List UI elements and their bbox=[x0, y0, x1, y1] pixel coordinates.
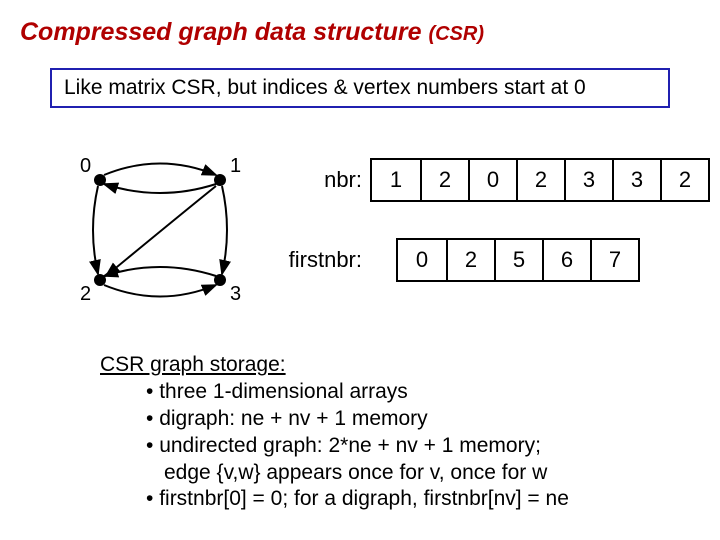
vertex-label-1: 1 bbox=[230, 155, 241, 177]
nbr-cell: 2 bbox=[420, 160, 468, 200]
title-main: Compressed graph data structure bbox=[20, 18, 422, 46]
firstnbr-row: firstnbr: 0 2 5 6 7 bbox=[270, 240, 710, 280]
nbr-cell: 2 bbox=[516, 160, 564, 200]
firstnbr-cell: 7 bbox=[590, 240, 638, 280]
bullet-4: • firstnbr[0] = 0; for a digraph, firstn… bbox=[100, 486, 569, 513]
bullet-3: • undirected graph: 2*ne + nv + 1 memory… bbox=[100, 433, 569, 460]
firstnbr-cell: 5 bbox=[494, 240, 542, 280]
storage-block: CSR graph storage: • three 1-dimensional… bbox=[100, 352, 569, 513]
firstnbr-cell: 2 bbox=[446, 240, 494, 280]
bullet-3-cont: edge {v,w} appears once for v, once for … bbox=[100, 460, 569, 487]
nbr-cell: 3 bbox=[564, 160, 612, 200]
nbr-cells: 1 2 0 2 3 3 2 bbox=[370, 158, 710, 202]
nbr-cell: 0 bbox=[468, 160, 516, 200]
firstnbr-cell: 6 bbox=[542, 240, 590, 280]
nbr-row: nbr: 1 2 0 2 3 3 2 bbox=[270, 160, 710, 200]
title-paren: (CSR) bbox=[428, 23, 484, 45]
vertex-label-0: 0 bbox=[80, 155, 91, 177]
nbr-cell: 1 bbox=[372, 160, 420, 200]
vertex-label-3: 3 bbox=[230, 283, 241, 305]
firstnbr-cell: 0 bbox=[398, 240, 446, 280]
arrays-block: nbr: 1 2 0 2 3 3 2 firstnbr: 0 2 5 6 7 bbox=[270, 160, 710, 320]
storage-heading: CSR graph storage: bbox=[100, 353, 286, 376]
nbr-cell: 2 bbox=[660, 160, 708, 200]
slide-title: Compressed graph data structure (CSR) bbox=[20, 18, 484, 47]
subtitle-box: Like matrix CSR, but indices & vertex nu… bbox=[50, 68, 670, 108]
firstnbr-cells: 0 2 5 6 7 bbox=[396, 238, 640, 282]
vertex-label-2: 2 bbox=[80, 283, 91, 305]
graph-diagram: 0 1 2 3 bbox=[70, 150, 250, 320]
firstnbr-label: firstnbr: bbox=[270, 247, 370, 273]
bullet-2: • digraph: ne + nv + 1 memory bbox=[100, 406, 569, 433]
nbr-cell: 3 bbox=[612, 160, 660, 200]
subtitle-text: Like matrix CSR, but indices & vertex nu… bbox=[64, 76, 586, 99]
nbr-label: nbr: bbox=[270, 167, 370, 193]
bullet-1: • three 1-dimensional arrays bbox=[100, 379, 569, 406]
